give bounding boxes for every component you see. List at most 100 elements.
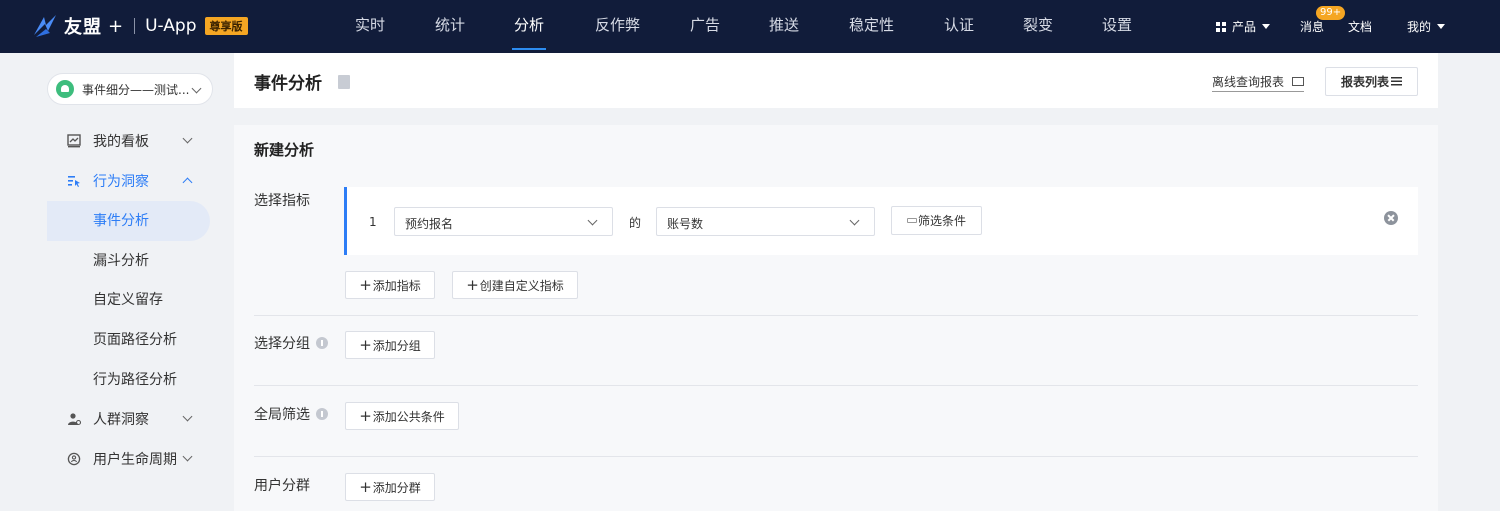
measure-select[interactable]: 账号数 <box>656 207 875 236</box>
filter-icon <box>906 218 917 223</box>
app-selector[interactable]: 事件细分——测试... <box>47 73 213 105</box>
create-custom-metric-label: 创建自定义指标 <box>479 278 564 293</box>
caret-down-icon <box>1437 24 1446 29</box>
nav-anti-cheat[interactable]: 反作弊 <box>592 0 643 53</box>
user-menu[interactable]: 我的 <box>1407 0 1446 53</box>
sidebar-item-behavior[interactable]: 行为洞察 <box>47 161 210 201</box>
add-metric-label: 添加指标 <box>372 278 421 293</box>
nav-analysis[interactable]: 分析 <box>512 0 546 53</box>
top-navbar: 友盟 + U-App 尊享版 实时 统计 分析 反作弊 广告 推送 稳定性 认证… <box>0 0 1500 53</box>
add-segment-label: 添加分群 <box>372 480 421 495</box>
sidebar-item-funnel-analysis[interactable]: 漏斗分析 <box>47 241 210 281</box>
filter-conditions-label: 筛选条件 <box>917 214 966 228</box>
monitor-icon <box>1292 77 1305 86</box>
chevron-down-icon <box>191 83 202 94</box>
analysis-panel: 新建分析 选择指标 1 预约报名 的 账号数 筛选条件 + 添加指标 + 创建自… <box>234 125 1438 511</box>
sidebar-item-custom-retention[interactable]: 自定义留存 <box>47 280 210 320</box>
event-select-value: 预约报名 <box>405 217 454 231</box>
plus-icon: + <box>466 275 479 294</box>
messages-count-badge: 99+ <box>1316 6 1346 20</box>
docs-link[interactable]: 文档 <box>1348 0 1372 53</box>
app-selector-label: 事件细分——测试... <box>82 82 190 97</box>
sidebar-item-lifecycle[interactable]: 用户生命周期 <box>47 439 210 479</box>
products-label: 产品 <box>1232 20 1257 34</box>
chevron-down-icon <box>182 451 193 462</box>
edition-badge: 尊享版 <box>204 17 248 35</box>
products-menu[interactable]: 产品 <box>1216 0 1271 53</box>
plus-icon: + <box>359 477 372 496</box>
divider <box>254 385 1418 386</box>
nav-settings[interactable]: 设置 <box>1100 0 1134 53</box>
global-filter-row-label: 全局筛选 <box>254 404 328 424</box>
filter-conditions-button[interactable]: 筛选条件 <box>891 206 982 235</box>
add-common-condition-label: 添加公共条件 <box>372 409 445 424</box>
nav-statistics[interactable]: 统计 <box>433 0 467 53</box>
plus-icon: + <box>359 275 372 294</box>
add-group-button[interactable]: + 添加分组 <box>345 331 435 359</box>
group-label-text: 选择分组 <box>254 336 310 352</box>
nav-realtime[interactable]: 实时 <box>353 0 387 53</box>
app-product-name: U-App <box>145 16 197 36</box>
chevron-down-icon <box>849 215 860 226</box>
brand-plus: + <box>108 15 125 37</box>
sidebar-item-label: 行为洞察 <box>93 174 149 190</box>
page-title: 事件分析 <box>254 74 322 94</box>
sidebar-item-crowd[interactable]: 人群洞察 <box>47 399 210 439</box>
dashboard-icon <box>67 134 81 148</box>
add-group-label: 添加分组 <box>372 338 421 353</box>
sidebar-item-label: 用户生命周期 <box>93 452 177 468</box>
report-list-button[interactable]: 报表列表 <box>1325 67 1418 96</box>
report-list-label: 报表列表 <box>1340 75 1389 89</box>
metric-row: 1 预约报名 的 账号数 筛选条件 <box>344 187 1418 255</box>
messages-label: 消息 <box>1300 20 1325 34</box>
nav-stability[interactable]: 稳定性 <box>846 0 897 53</box>
chevron-down-icon <box>587 215 598 226</box>
event-select[interactable]: 预约报名 <box>394 207 613 236</box>
info-icon[interactable] <box>316 408 328 420</box>
nav-push[interactable]: 推送 <box>767 0 801 53</box>
segment-row-label: 用户分群 <box>254 478 310 494</box>
users-icon <box>68 413 81 426</box>
remove-metric-icon[interactable] <box>1384 211 1398 225</box>
nav-auth[interactable]: 认证 <box>942 0 976 53</box>
sidebar-item-event-analysis[interactable]: 事件分析 <box>47 201 210 241</box>
chevron-down-icon <box>182 411 193 422</box>
plus-icon: + <box>359 335 372 354</box>
divider <box>254 456 1418 457</box>
plus-icon: + <box>359 406 372 425</box>
sidebar-item-label: 我的看板 <box>93 134 149 150</box>
sidebar: 事件细分——测试... 我的看板 行为洞察 事件分析 漏斗分析 自定义留存 页面… <box>0 53 222 511</box>
add-segment-button[interactable]: + 添加分群 <box>345 473 435 501</box>
measure-select-value: 账号数 <box>667 217 704 231</box>
list-icon <box>1391 77 1402 86</box>
divider <box>254 315 1418 316</box>
mine-label: 我的 <box>1407 20 1432 34</box>
sidebar-item-behavior-path[interactable]: 行为路径分析 <box>47 360 210 400</box>
nav-fission[interactable]: 裂变 <box>1021 0 1055 53</box>
page-header: 事件分析 离线查询报表 报表列表 <box>234 53 1438 108</box>
global-filter-label-text: 全局筛选 <box>254 407 310 423</box>
metric-row-label: 选择指标 <box>254 193 310 209</box>
add-common-condition-button[interactable]: + 添加公共条件 <box>345 402 459 430</box>
section-title: 新建分析 <box>254 141 315 159</box>
nav-ads[interactable]: 广告 <box>688 0 722 53</box>
chevron-up-icon <box>182 177 193 188</box>
metric-connector: 的 <box>629 216 642 230</box>
brand-name: 友盟 <box>64 17 102 38</box>
caret-down-icon <box>1262 24 1271 29</box>
info-icon[interactable] <box>316 337 328 349</box>
brand-logo[interactable]: 友盟 + U-App 尊享版 <box>30 9 248 43</box>
group-row-label: 选择分组 <box>254 333 328 353</box>
offline-report-link[interactable]: 离线查询报表 <box>1212 73 1305 92</box>
book-icon[interactable] <box>338 75 350 89</box>
add-metric-button[interactable]: + 添加指标 <box>345 271 435 299</box>
docs-label: 文档 <box>1348 20 1373 34</box>
sidebar-item-page-path[interactable]: 页面路径分析 <box>47 320 210 360</box>
grid-icon <box>1216 21 1226 32</box>
offline-report-label: 离线查询报表 <box>1212 75 1285 89</box>
lifecycle-icon <box>67 452 81 466</box>
create-custom-metric-button[interactable]: + 创建自定义指标 <box>452 271 578 299</box>
chevron-down-icon <box>182 133 193 144</box>
sidebar-item-dashboard[interactable]: 我的看板 <box>47 121 210 161</box>
umeng-logo-icon <box>34 15 56 37</box>
